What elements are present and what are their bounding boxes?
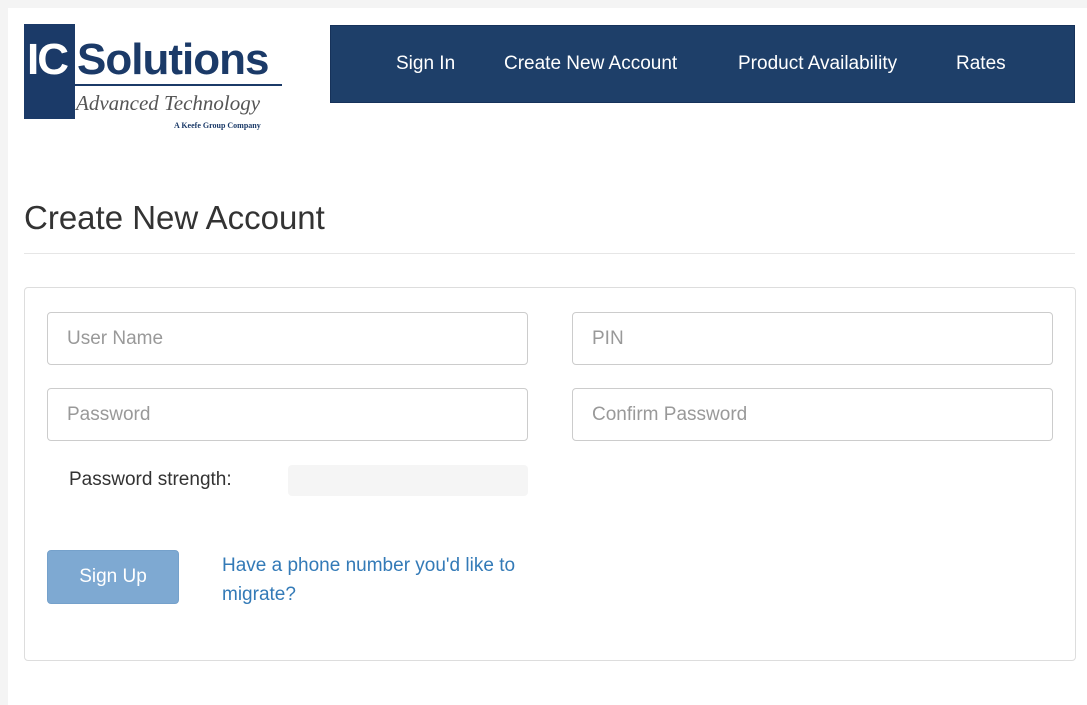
confirm-password-input[interactable] xyxy=(572,388,1053,441)
username-input[interactable] xyxy=(47,312,528,365)
sign-up-button[interactable]: Sign Up xyxy=(47,550,179,604)
logo-tagline: Advanced Technology xyxy=(76,91,261,115)
nav-sign-in[interactable]: Sign In xyxy=(396,26,455,102)
page-title: Create New Account xyxy=(24,199,325,236)
nav-product-availability[interactable]: Product Availability xyxy=(738,26,897,102)
logo-ic-text: IC xyxy=(27,35,69,84)
nav-rates[interactable]: Rates xyxy=(956,26,1006,102)
password-strength-label: Password strength: xyxy=(69,469,232,490)
logo-underline xyxy=(75,84,282,86)
create-account-form-panel: Password strength: Sign Up Have a phone … xyxy=(24,287,1076,661)
main-navbar: Sign In Create New Account Product Avail… xyxy=(330,25,1075,103)
logo-subtag: A Keefe Group Company xyxy=(174,121,261,130)
title-divider xyxy=(24,253,1075,254)
nav-create-new-account[interactable]: Create New Account xyxy=(504,26,677,102)
logo-solutions-text: Solutions xyxy=(77,35,269,84)
page: IC Solutions Advanced Technology A Keefe… xyxy=(8,8,1087,705)
pin-input[interactable] xyxy=(572,312,1053,365)
password-input[interactable] xyxy=(47,388,528,441)
password-strength-meter xyxy=(288,465,528,496)
migrate-phone-number-link[interactable]: Have a phone number you'd like to migrat… xyxy=(222,551,542,609)
ic-solutions-logo[interactable]: IC Solutions Advanced Technology A Keefe… xyxy=(24,24,282,139)
